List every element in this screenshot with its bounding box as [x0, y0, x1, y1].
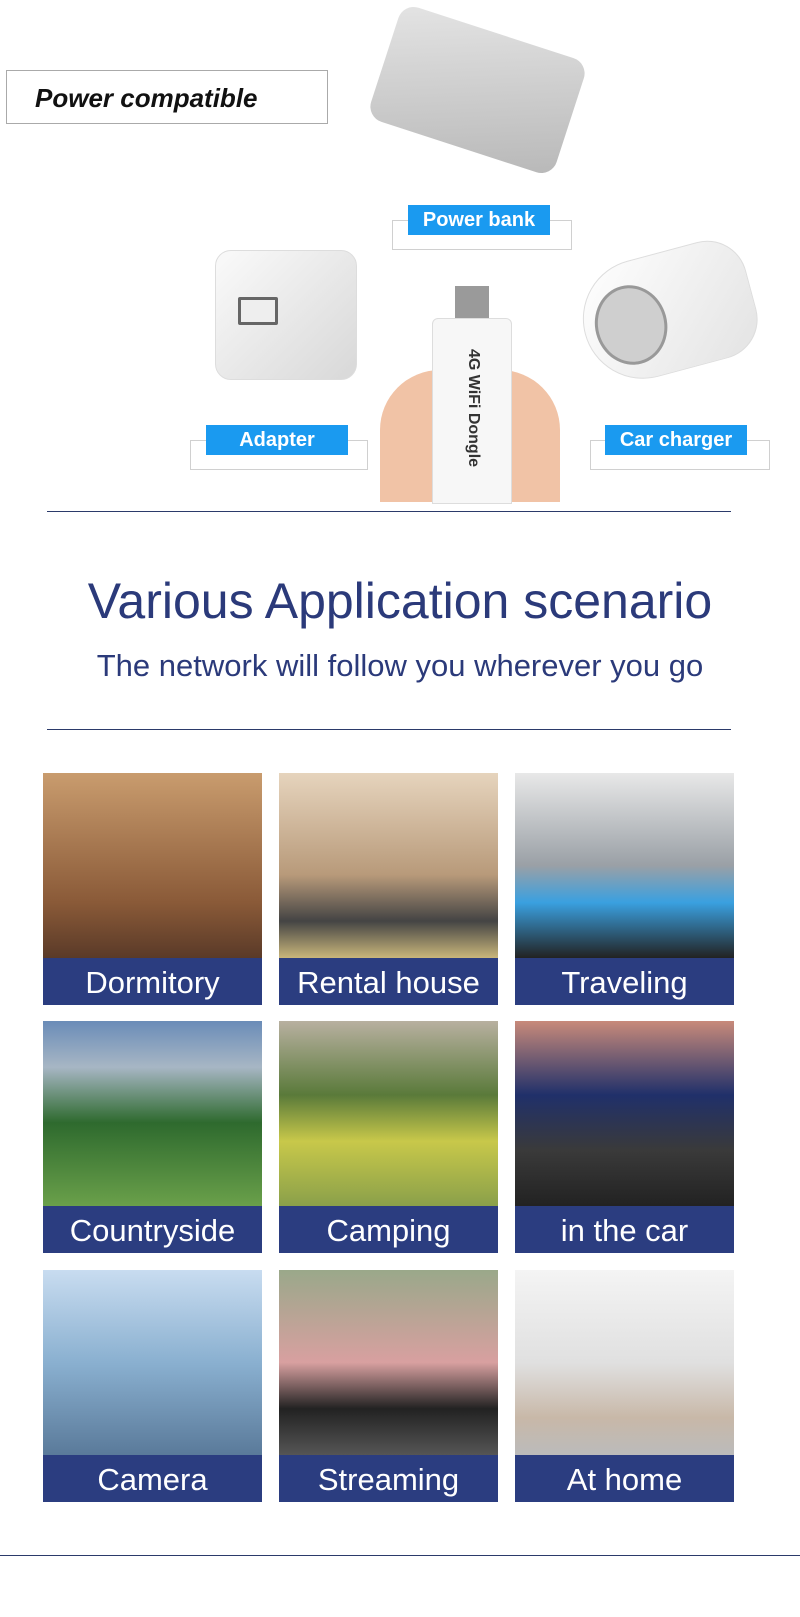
scenario-label: Rental house — [279, 958, 498, 1005]
power-compatible-title-box: Power compatible — [6, 70, 328, 124]
dongle-image: 4G WiFi Dongle — [432, 318, 512, 504]
dongle-text: 4G WiFi Dongle — [465, 348, 482, 468]
rental-house-photo — [279, 773, 498, 958]
dormitory-photo — [43, 773, 262, 958]
scenario-tile-at-home: At home — [515, 1270, 734, 1502]
car-charger-image — [569, 231, 767, 393]
usb-plug-icon — [455, 286, 489, 318]
scenario-label: Streaming — [279, 1455, 498, 1502]
power-compatible-title: Power compatible — [35, 83, 258, 113]
divider-top — [47, 511, 731, 512]
camera-photo — [43, 1270, 262, 1455]
scenario-label: Dormitory — [43, 958, 262, 1005]
scenario-tile-dormitory: Dormitory — [43, 773, 262, 1005]
at-home-photo — [515, 1270, 734, 1455]
scenario-label: At home — [515, 1455, 734, 1502]
car-charger-label: Car charger — [605, 425, 747, 455]
scenario-tile-rental-house: Rental house — [279, 773, 498, 1005]
power-bank-image — [366, 2, 589, 178]
traveling-photo — [515, 773, 734, 958]
camping-photo — [279, 1021, 498, 1206]
wall-adapter-image — [215, 250, 357, 380]
countryside-photo — [43, 1021, 262, 1206]
scenario-tile-camping: Camping — [279, 1021, 498, 1253]
power-bank-label: Power bank — [408, 205, 550, 235]
scenario-tile-in-the-car: in the car — [515, 1021, 734, 1253]
scenario-title: Various Application scenario — [87, 573, 713, 629]
scenario-tile-countryside: Countryside — [43, 1021, 262, 1253]
scenario-label: Traveling — [515, 958, 734, 1005]
scenario-tile-streaming: Streaming — [279, 1270, 498, 1502]
scenario-label: in the car — [515, 1206, 734, 1253]
adapter-label: Adapter — [206, 425, 348, 455]
scenario-tile-traveling: Traveling — [515, 773, 734, 1005]
streaming-photo — [279, 1270, 498, 1455]
divider-middle — [47, 729, 731, 730]
in-the-car-photo — [515, 1021, 734, 1206]
scenario-label: Countryside — [43, 1206, 262, 1253]
scenario-subtitle: The network will follow you wherever you… — [96, 648, 704, 683]
divider-bottom — [0, 1555, 800, 1556]
scenario-label: Camera — [43, 1455, 262, 1502]
scenario-tile-camera: Camera — [43, 1270, 262, 1502]
scenario-label: Camping — [279, 1206, 498, 1253]
